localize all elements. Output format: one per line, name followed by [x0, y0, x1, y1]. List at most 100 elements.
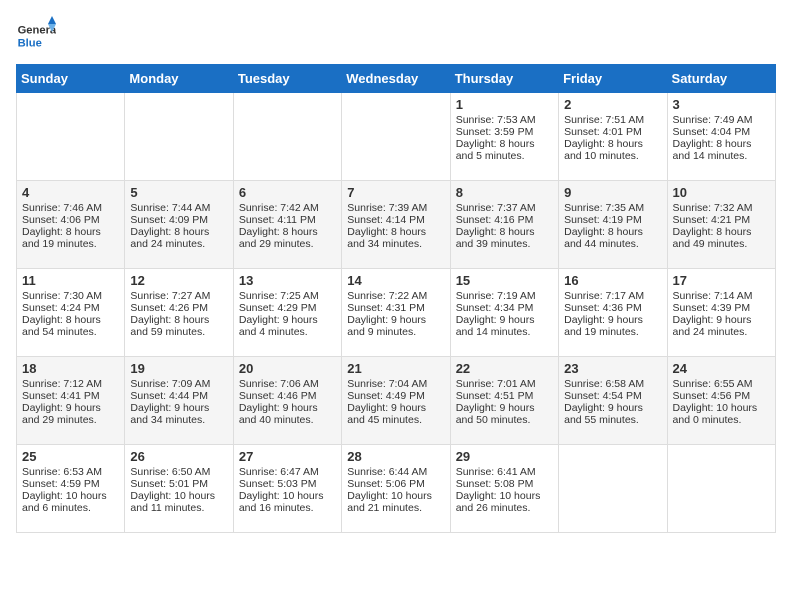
cell-info: Sunset: 3:59 PM — [456, 126, 553, 138]
calendar-cell: 10Sunrise: 7:32 AMSunset: 4:21 PMDayligh… — [667, 181, 775, 269]
cell-info: Daylight: 10 hours and 16 minutes. — [239, 490, 336, 514]
cell-info: Sunrise: 7:49 AM — [673, 114, 770, 126]
cell-info: Sunset: 4:41 PM — [22, 390, 119, 402]
day-number: 1 — [456, 97, 553, 112]
calendar-body: 1Sunrise: 7:53 AMSunset: 3:59 PMDaylight… — [17, 93, 776, 533]
calendar-cell: 15Sunrise: 7:19 AMSunset: 4:34 PMDayligh… — [450, 269, 558, 357]
cell-info: Sunrise: 7:46 AM — [22, 202, 119, 214]
cell-info: Sunrise: 7:53 AM — [456, 114, 553, 126]
calendar-cell: 11Sunrise: 7:30 AMSunset: 4:24 PMDayligh… — [17, 269, 125, 357]
cell-info: Sunset: 4:39 PM — [673, 302, 770, 314]
day-number: 22 — [456, 361, 553, 376]
day-number: 11 — [22, 273, 119, 288]
cell-info: Sunset: 4:54 PM — [564, 390, 661, 402]
day-number: 20 — [239, 361, 336, 376]
cell-info: Daylight: 8 hours and 10 minutes. — [564, 138, 661, 162]
logo-icon: General Blue — [16, 16, 56, 56]
calendar-cell: 8Sunrise: 7:37 AMSunset: 4:16 PMDaylight… — [450, 181, 558, 269]
cell-info: Sunset: 5:06 PM — [347, 478, 444, 490]
day-number: 23 — [564, 361, 661, 376]
day-number: 16 — [564, 273, 661, 288]
cell-info: Sunset: 5:08 PM — [456, 478, 553, 490]
calendar-cell — [559, 445, 667, 533]
cell-info: Sunrise: 6:47 AM — [239, 466, 336, 478]
calendar-cell: 28Sunrise: 6:44 AMSunset: 5:06 PMDayligh… — [342, 445, 450, 533]
day-number: 4 — [22, 185, 119, 200]
cell-info: Sunset: 4:14 PM — [347, 214, 444, 226]
calendar-cell: 18Sunrise: 7:12 AMSunset: 4:41 PMDayligh… — [17, 357, 125, 445]
cell-info: Sunrise: 7:14 AM — [673, 290, 770, 302]
cell-info: Sunset: 4:49 PM — [347, 390, 444, 402]
cell-info: Sunrise: 6:55 AM — [673, 378, 770, 390]
cell-info: Sunrise: 6:58 AM — [564, 378, 661, 390]
cell-info: Sunrise: 7:35 AM — [564, 202, 661, 214]
cell-info: Sunrise: 7:27 AM — [130, 290, 227, 302]
cell-info: Sunset: 4:26 PM — [130, 302, 227, 314]
cell-info: Sunrise: 7:04 AM — [347, 378, 444, 390]
calendar-table: SundayMondayTuesdayWednesdayThursdayFrid… — [16, 64, 776, 533]
cell-info: Daylight: 9 hours and 19 minutes. — [564, 314, 661, 338]
logo: General Blue — [16, 16, 60, 56]
cell-info: Daylight: 10 hours and 11 minutes. — [130, 490, 227, 514]
cell-info: Sunset: 4:24 PM — [22, 302, 119, 314]
cell-info: Sunset: 4:21 PM — [673, 214, 770, 226]
cell-info: Daylight: 8 hours and 5 minutes. — [456, 138, 553, 162]
cell-info: Daylight: 8 hours and 44 minutes. — [564, 226, 661, 250]
cell-info: Daylight: 9 hours and 55 minutes. — [564, 402, 661, 426]
cell-info: Daylight: 8 hours and 14 minutes. — [673, 138, 770, 162]
cell-info: Sunset: 4:04 PM — [673, 126, 770, 138]
calendar-cell: 1 Sunrise: 7:53 AMSunset: 3:59 PMDaylight… — [450, 93, 558, 181]
cell-info: Sunset: 4:34 PM — [456, 302, 553, 314]
cell-info: Sunrise: 7:44 AM — [130, 202, 227, 214]
cell-info: Daylight: 9 hours and 24 minutes. — [673, 314, 770, 338]
calendar-cell: 5Sunrise: 7:44 AMSunset: 4:09 PMDaylight… — [125, 181, 233, 269]
cell-info: Sunset: 5:03 PM — [239, 478, 336, 490]
day-number: 19 — [130, 361, 227, 376]
cell-info: Sunset: 4:11 PM — [239, 214, 336, 226]
cell-info: Sunrise: 7:25 AM — [239, 290, 336, 302]
cell-info: Sunrise: 6:53 AM — [22, 466, 119, 478]
day-number: 8 — [456, 185, 553, 200]
cell-info: Sunset: 4:51 PM — [456, 390, 553, 402]
cell-info: Daylight: 10 hours and 21 minutes. — [347, 490, 444, 514]
day-number: 18 — [22, 361, 119, 376]
calendar-cell: 12Sunrise: 7:27 AMSunset: 4:26 PMDayligh… — [125, 269, 233, 357]
cell-info: Sunrise: 7:39 AM — [347, 202, 444, 214]
cell-info: Sunset: 4:31 PM — [347, 302, 444, 314]
cell-info: Sunset: 4:16 PM — [456, 214, 553, 226]
calendar-cell — [17, 93, 125, 181]
cell-info: Daylight: 9 hours and 4 minutes. — [239, 314, 336, 338]
cell-info: Sunrise: 7:06 AM — [239, 378, 336, 390]
cell-info: Daylight: 9 hours and 14 minutes. — [456, 314, 553, 338]
calendar-cell — [342, 93, 450, 181]
calendar-cell: 16Sunrise: 7:17 AMSunset: 4:36 PMDayligh… — [559, 269, 667, 357]
calendar-header: SundayMondayTuesdayWednesdayThursdayFrid… — [17, 65, 776, 93]
weekday-header-monday: Monday — [125, 65, 233, 93]
calendar-cell: 26Sunrise: 6:50 AMSunset: 5:01 PMDayligh… — [125, 445, 233, 533]
calendar-cell: 4Sunrise: 7:46 AMSunset: 4:06 PMDaylight… — [17, 181, 125, 269]
day-number: 26 — [130, 449, 227, 464]
cell-info: Sunset: 4:44 PM — [130, 390, 227, 402]
day-number: 21 — [347, 361, 444, 376]
svg-text:Blue: Blue — [18, 37, 42, 49]
weekday-header-friday: Friday — [559, 65, 667, 93]
calendar-cell: 29Sunrise: 6:41 AMSunset: 5:08 PMDayligh… — [450, 445, 558, 533]
calendar-week-row: 1Sunrise: 7:53 AMSunset: 3:59 PMDaylight… — [17, 93, 776, 181]
calendar-cell — [233, 93, 341, 181]
calendar-cell: 23 Sunrise: 6:58 AMSunset: 4:54 PMDayligh… — [559, 357, 667, 445]
cell-info: Sunset: 4:59 PM — [22, 478, 119, 490]
day-number: 17 — [673, 273, 770, 288]
calendar-cell — [667, 445, 775, 533]
calendar-cell: 20Sunrise: 7:06 AMSunset: 4:46 PMDayligh… — [233, 357, 341, 445]
cell-info: Sunrise: 7:17 AM — [564, 290, 661, 302]
weekday-header-saturday: Saturday — [667, 65, 775, 93]
day-number: 25 — [22, 449, 119, 464]
day-number: 12 — [130, 273, 227, 288]
day-number: 24 — [673, 361, 770, 376]
calendar-cell: 17 Sunrise: 7:14 AMSunset: 4:39 PMDayligh… — [667, 269, 775, 357]
calendar-cell: 7Sunrise: 7:39 AMSunset: 4:14 PMDaylight… — [342, 181, 450, 269]
calendar-week-row: 18Sunrise: 7:12 AMSunset: 4:41 PMDayligh… — [17, 357, 776, 445]
cell-info: Daylight: 9 hours and 50 minutes. — [456, 402, 553, 426]
day-number: 28 — [347, 449, 444, 464]
cell-info: Daylight: 10 hours and 0 minutes. — [673, 402, 770, 426]
